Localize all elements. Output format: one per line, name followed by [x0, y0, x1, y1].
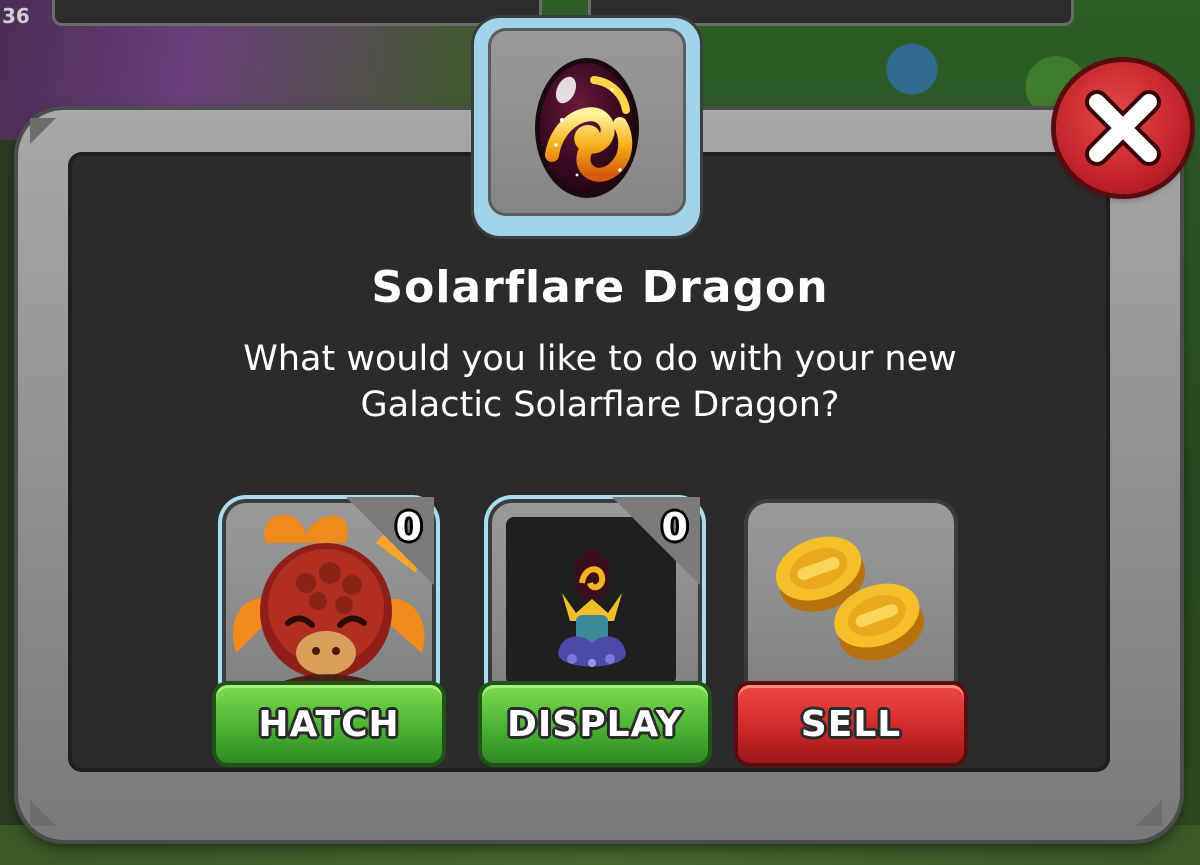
- egg-portrait-frame: [474, 18, 700, 236]
- close-button[interactable]: [1056, 62, 1190, 194]
- egg-portrait-background: [488, 28, 686, 216]
- sell-card: [748, 503, 954, 699]
- gold-coins-icon: [775, 536, 925, 661]
- display-option: 0 DISPLAY: [482, 497, 708, 765]
- display-card: 0: [492, 497, 700, 699]
- frame-corner-rivet: [1136, 800, 1162, 826]
- dialog-prompt-line: What would you like to do with your new: [243, 339, 957, 379]
- dialog-prompt: What would you like to do with your new …: [150, 336, 1050, 428]
- frame-corner-rivet: [30, 800, 56, 826]
- hatch-count: 0: [395, 505, 422, 549]
- hatch-card: 0: [226, 497, 434, 699]
- sell-option: SELL: [738, 503, 964, 765]
- hud-corner-counter: 36: [2, 4, 30, 28]
- close-x-icon: [1085, 90, 1161, 166]
- galactic-solarflare-egg-icon: [535, 58, 639, 198]
- dialog-title: Solarflare Dragon: [371, 262, 829, 313]
- display-count: 0: [661, 505, 688, 549]
- hud-bar-left: [52, 0, 542, 26]
- hatch-button[interactable]: HATCH: [216, 685, 442, 763]
- hatch-option: 0 HATCH: [216, 497, 442, 765]
- sell-button[interactable]: SELL: [738, 685, 964, 763]
- display-button[interactable]: DISPLAY: [482, 685, 708, 763]
- dialog-prompt-line: Galactic Solarflare Dragon?: [360, 385, 840, 425]
- frame-corner-rivet: [30, 118, 56, 144]
